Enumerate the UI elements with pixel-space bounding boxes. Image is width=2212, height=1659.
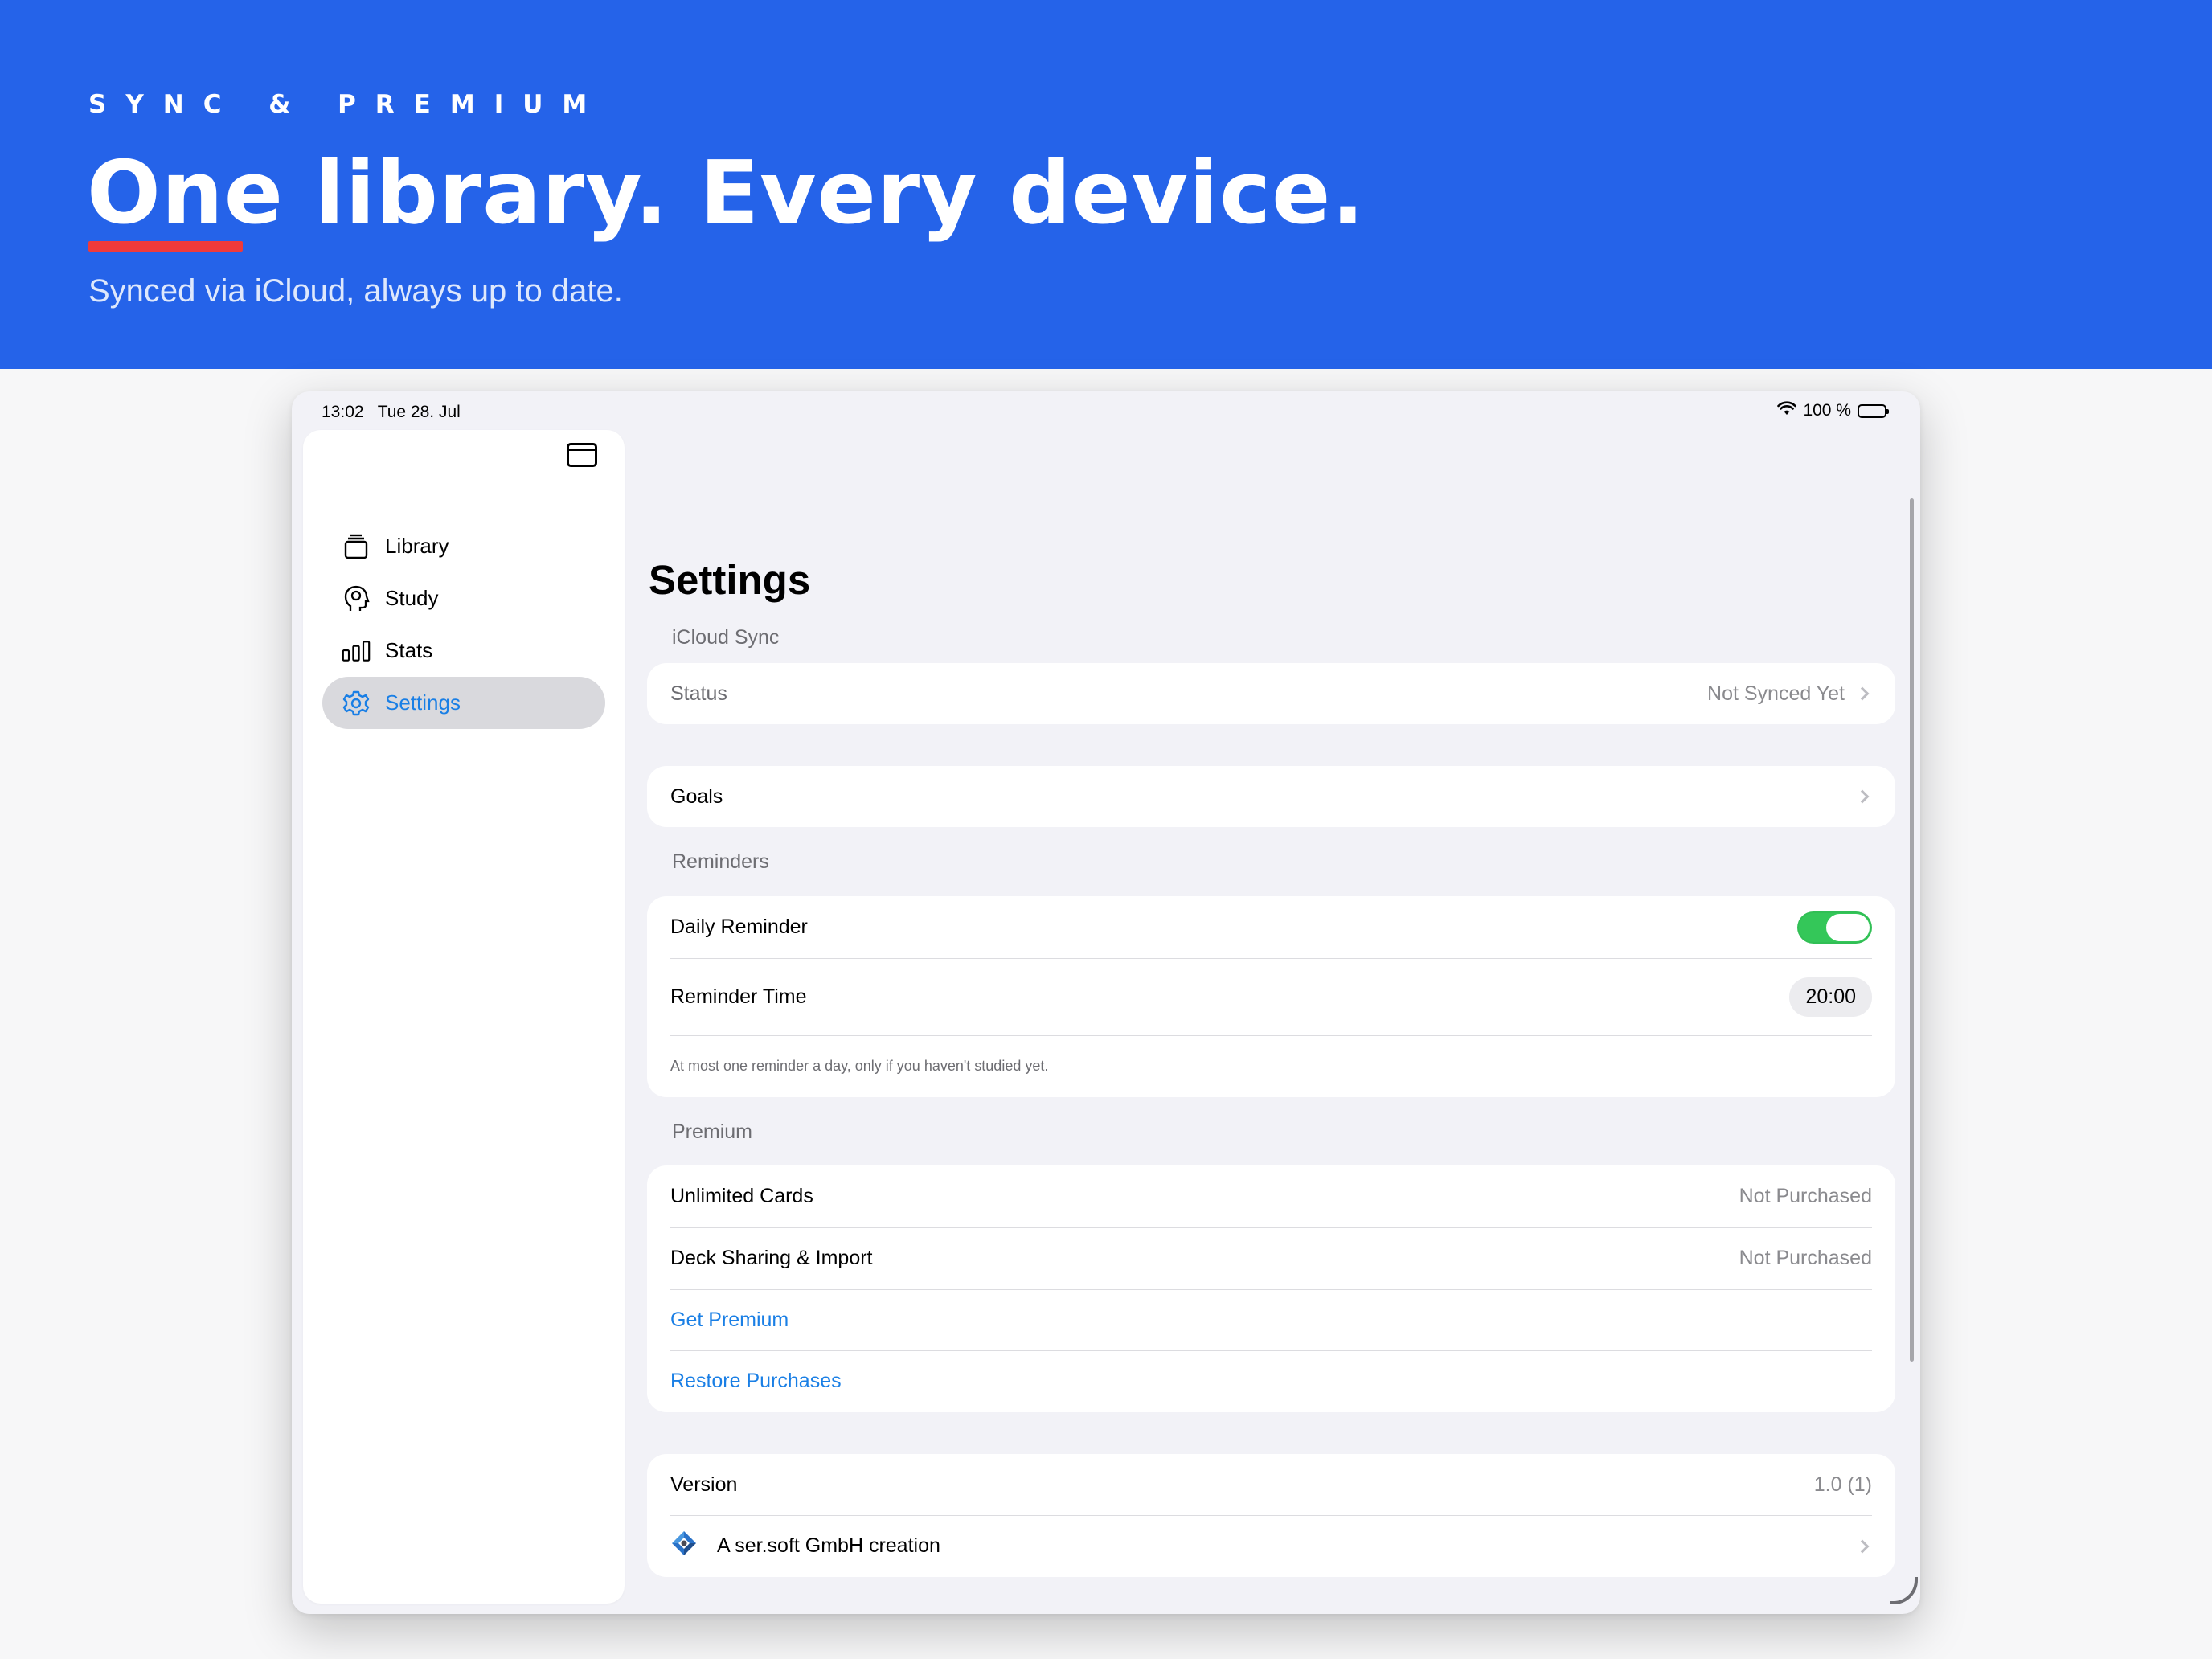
hero-banner: SYNC & PREMIUM One library. Every device… [0,0,2212,369]
scrollbar[interactable] [1910,498,1914,1362]
icloud-group: Status Not Synced Yet [647,663,1895,724]
reminder-footnote-text: At most one reminder a day, only if you … [670,1058,1049,1074]
status-time: 13:02 [322,403,364,421]
status-value: Not Synced Yet [1707,682,1845,705]
icloud-status-row[interactable]: Status Not Synced Yet [647,663,1895,724]
restore-purchases-row[interactable]: Restore Purchases [647,1350,1895,1412]
section-header-icloud: iCloud Sync [672,626,780,649]
daily-reminder-toggle[interactable] [1797,911,1872,944]
goals-label: Goals [670,784,723,808]
status-label: Status [670,682,727,705]
ipad-screen: 13:02 Tue 28. Jul 100 % Library Study St… [292,391,1920,1614]
sidebar-toggle-icon[interactable] [567,443,597,467]
daily-reminder-row: Daily Reminder [647,896,1895,958]
sidebar-item-label: Settings [385,690,461,715]
goals-row[interactable]: Goals [647,766,1895,827]
sidebar-item-label: Stats [385,638,433,662]
sidebar-item-label: Study [385,586,439,610]
reminders-group: Daily Reminder Reminder Time 20:00 At mo… [647,896,1895,1097]
credit-label: A ser.soft GmbH creation [717,1534,940,1557]
get-premium-button[interactable]: Get Premium [670,1309,789,1332]
section-header-reminders: Reminders [672,850,769,873]
about-group: Version 1.0 (1) A ser.soft GmbH creation [647,1454,1895,1577]
unlimited-cards-value: Not Purchased [1739,1185,1872,1207]
deck-sharing-label: Deck Sharing & Import [670,1247,873,1269]
version-row: Version 1.0 (1) [647,1454,1895,1515]
sidebar: Library Study Stats Settings [303,430,625,1604]
status-bar-clock: 13:02 Tue 28. Jul [322,403,461,422]
company-logo-icon [670,1530,698,1563]
sidebar-item-library[interactable]: Library [322,520,605,572]
bar-chart-icon [342,637,371,666]
sidebar-nav: Library Study Stats Settings [322,520,605,729]
version-label: Version [670,1473,738,1496]
chevron-right-icon [1855,686,1870,701]
goals-group: Goals [647,766,1895,827]
settings-main: Settings iCloud Sync Status Not Synced Y… [647,391,1920,1614]
hero-headline: One library. Every device. [87,143,1366,244]
hero-subline: Synced via iCloud, always up to date. [88,273,623,309]
deck-sharing-value: Not Purchased [1739,1247,1872,1269]
deck-sharing-row: Deck Sharing & Import Not Purchased [647,1227,1895,1289]
section-header-premium: Premium [672,1120,753,1143]
sidebar-item-stats[interactable]: Stats [322,625,605,677]
reminder-footnote: At most one reminder a day, only if you … [647,1035,1895,1097]
reminder-time-label: Reminder Time [670,985,807,1008]
unlimited-cards-label: Unlimited Cards [670,1185,813,1207]
reminder-time-picker[interactable]: 20:00 [1789,977,1872,1017]
get-premium-row[interactable]: Get Premium [647,1289,1895,1350]
credit-row[interactable]: A ser.soft GmbH creation [647,1515,1895,1577]
restore-purchases-button[interactable]: Restore Purchases [670,1370,842,1393]
hero-eyebrow: SYNC & PREMIUM [88,90,607,119]
chevron-right-icon [1855,1539,1870,1553]
library-icon [342,532,371,561]
chevron-right-icon [1855,789,1870,804]
brain-head-icon [342,584,371,613]
reminder-time-row: Reminder Time 20:00 [647,958,1895,1035]
gear-icon [342,689,371,718]
sidebar-item-label: Library [385,534,449,558]
premium-group: Unlimited Cards Not Purchased Deck Shari… [647,1165,1895,1412]
sidebar-item-settings[interactable]: Settings [322,677,605,729]
unlimited-cards-row: Unlimited Cards Not Purchased [647,1165,1895,1227]
headline-underline [88,241,243,252]
version-value: 1.0 (1) [1813,1473,1872,1496]
daily-reminder-label: Daily Reminder [670,916,808,938]
page-title: Settings [649,557,811,603]
sidebar-item-study[interactable]: Study [322,572,605,625]
status-date: Tue 28. Jul [377,403,461,421]
